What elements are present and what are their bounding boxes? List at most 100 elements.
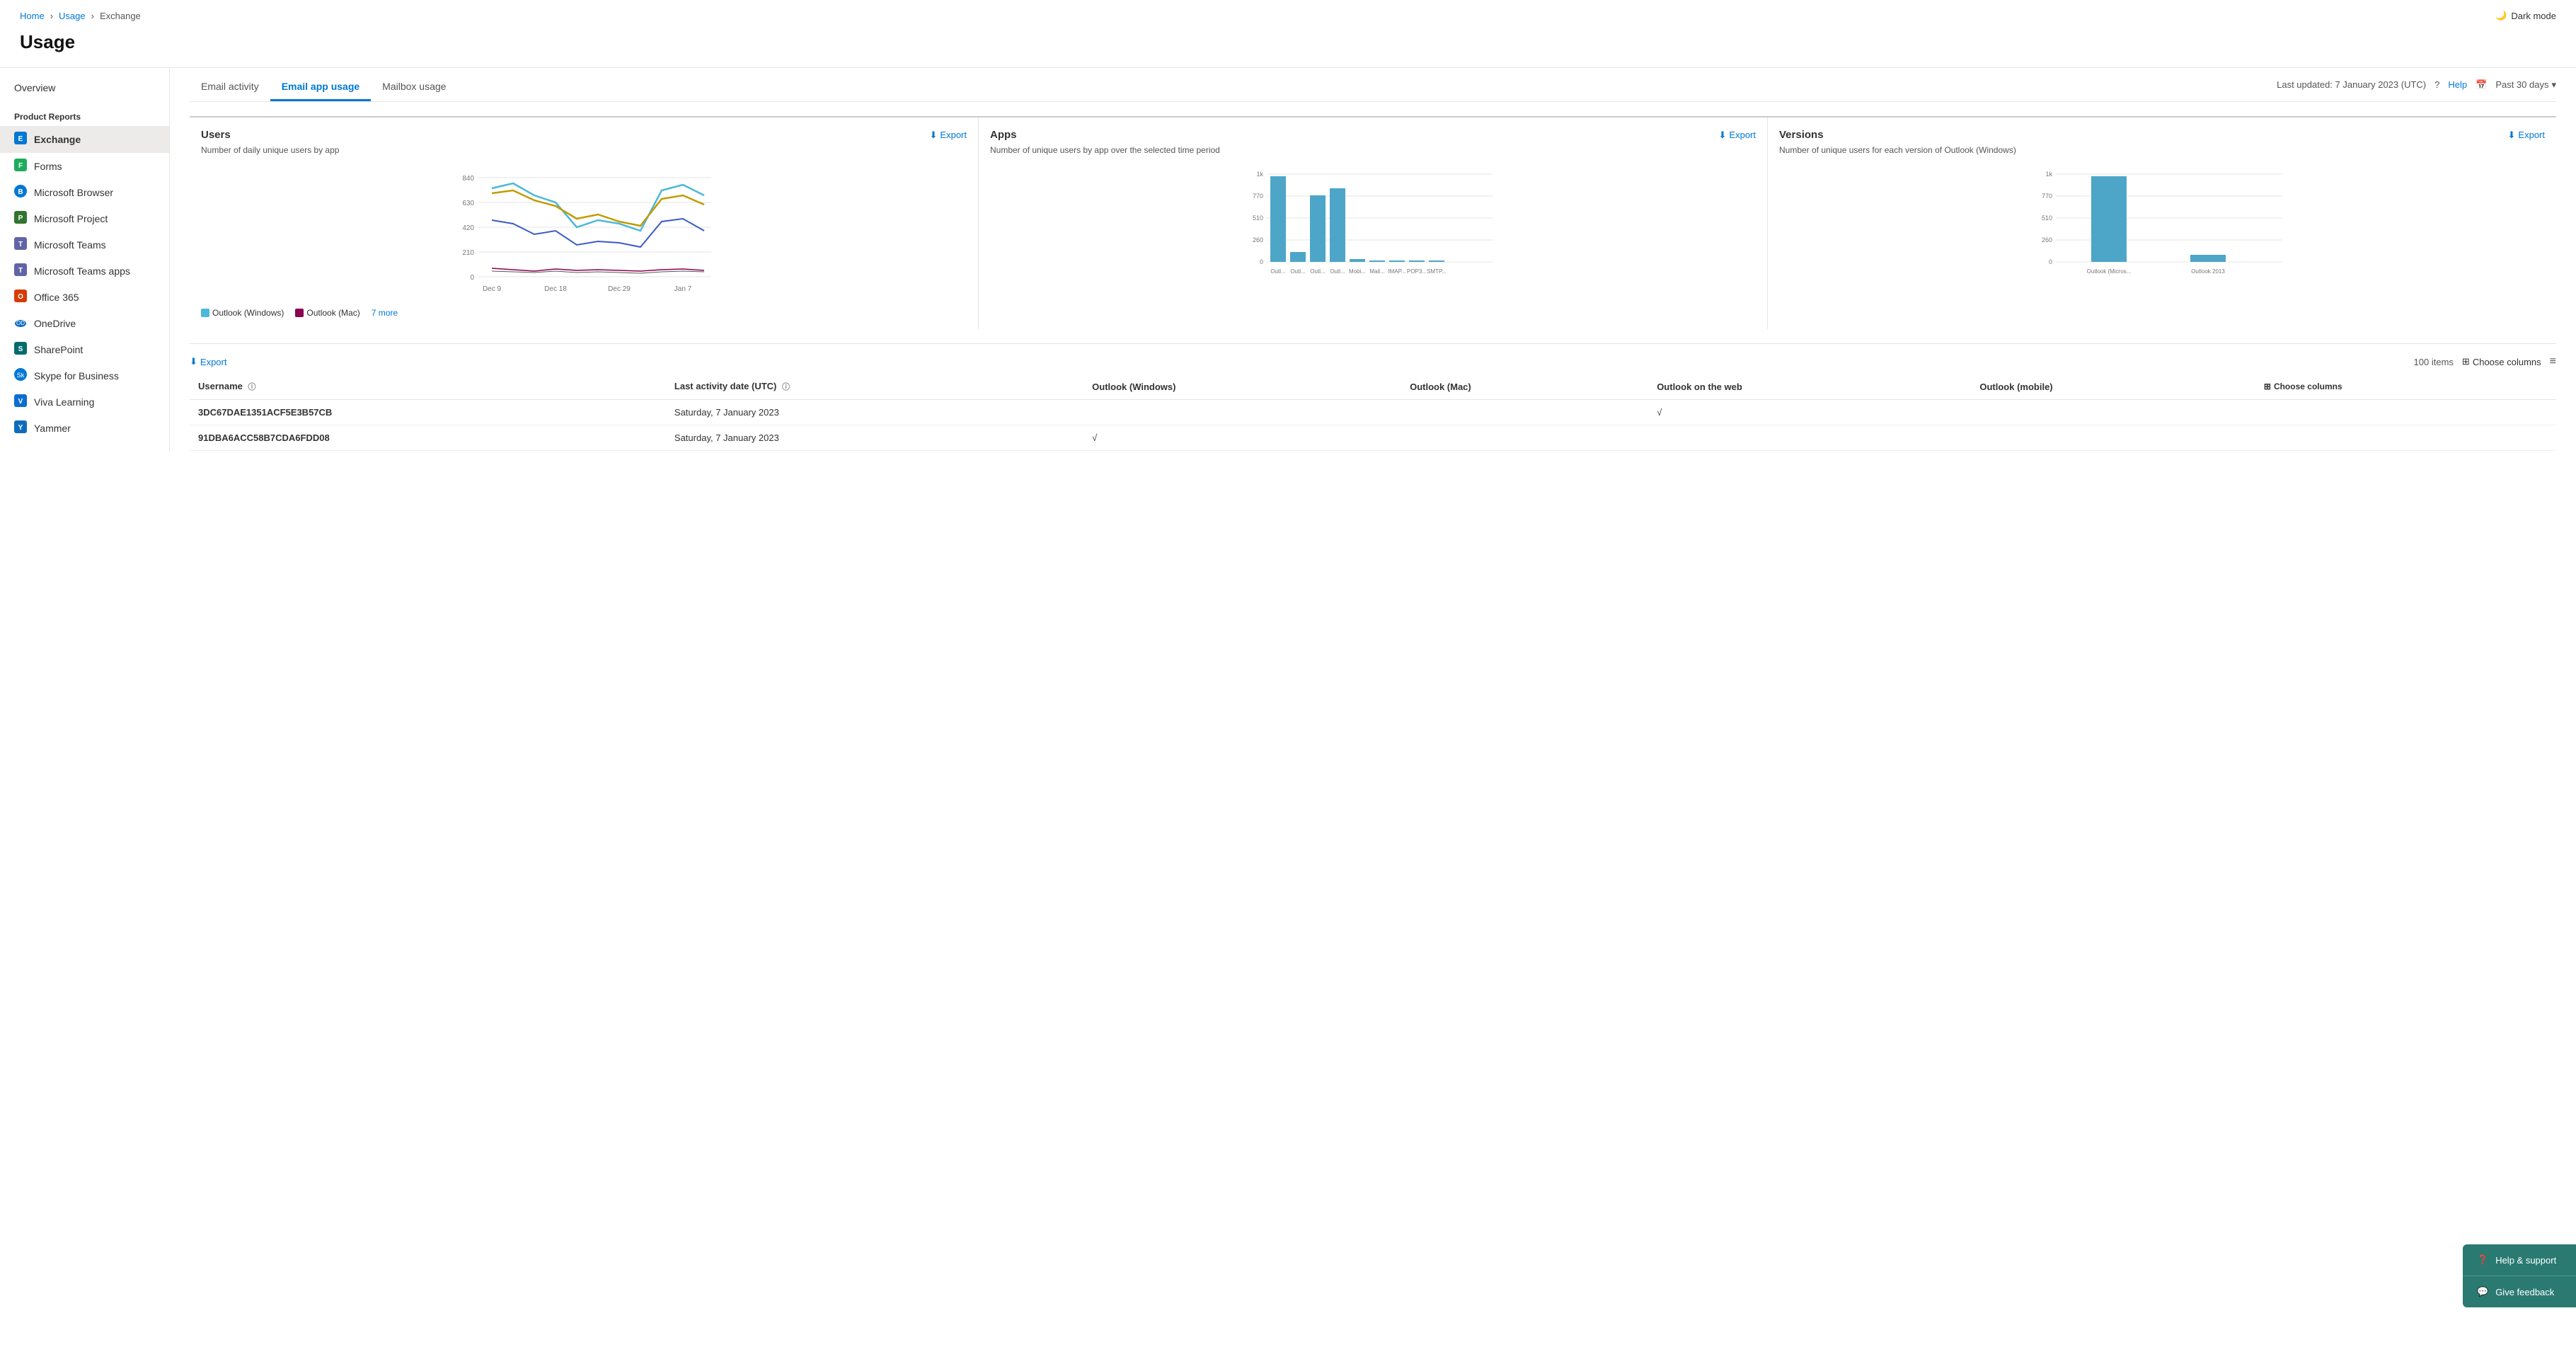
choose-columns-th[interactable]: ⊞ Choose columns	[2255, 374, 2556, 400]
table-row: 91DBA6ACC58B7CDA6FDD08 Saturday, 7 Janua…	[190, 425, 2556, 451]
apps-export-button[interactable]: ⬇ Export	[1719, 130, 1756, 141]
tab-email-activity[interactable]: Email activity	[190, 74, 270, 101]
svg-text:770: 770	[1253, 193, 1263, 200]
sidebar-item-onedrive[interactable]: OD OneDrive	[0, 310, 169, 336]
skype-icon: Sk	[14, 368, 27, 383]
sidebar-item-viva-learning[interactable]: V Viva Learning	[0, 389, 169, 415]
sidebar-item-microsoft-project[interactable]: P Microsoft Project	[0, 205, 169, 231]
versions-bar-chart: 1k 770 510 260 0 Outlook (Micros... Outl…	[1779, 164, 2545, 305]
legend-more[interactable]: 7 more	[372, 308, 398, 318]
svg-text:Sk: Sk	[17, 372, 25, 379]
choose-columns-button[interactable]: ⊞ Choose columns	[2462, 356, 2541, 367]
sidebar-item-exchange[interactable]: E Exchange	[0, 126, 169, 153]
yammer-icon: Y	[14, 420, 27, 435]
legend-outlook-mac: Outlook (Mac)	[306, 308, 360, 318]
versions-export-button[interactable]: ⬇ Export	[2508, 130, 2545, 141]
col-header-outlook-mobile: Outlook (mobile)	[1971, 374, 2255, 400]
item-count: 100 items	[2414, 357, 2454, 367]
sidebar-item-microsoft-teams[interactable]: T Microsoft Teams	[0, 231, 169, 258]
sidebar-item-forms[interactable]: F Forms	[0, 153, 169, 179]
moon-icon: 🌙	[2495, 10, 2507, 21]
col-header-username: Username ⓘ	[190, 374, 666, 400]
tab-email-app-usage[interactable]: Email app usage	[270, 74, 371, 101]
cell-last-activity: Saturday, 7 January 2023	[666, 400, 1083, 425]
table-download-icon: ⬇	[190, 356, 197, 367]
sidebar-item-label-skype: Skype for Business	[34, 370, 119, 382]
svg-text:Outlook (Micros...: Outlook (Micros...	[2087, 268, 2132, 275]
svg-text:Outl...: Outl...	[1310, 268, 1325, 275]
versions-download-icon: ⬇	[2508, 130, 2516, 141]
svg-text:F: F	[18, 162, 23, 170]
cell-outlook-windows: √	[1083, 425, 1401, 451]
svg-text:0: 0	[1260, 258, 1263, 265]
svg-text:T: T	[18, 241, 23, 248]
svg-text:SMTP...: SMTP...	[1427, 268, 1447, 275]
sidebar-item-office-365[interactable]: O Office 365	[0, 284, 169, 310]
users-chart-legend: Outlook (Windows) Outlook (Mac) 7 more	[201, 308, 967, 318]
svg-text:210: 210	[462, 249, 474, 257]
users-export-button[interactable]: ⬇ Export	[930, 130, 967, 141]
project-icon: P	[14, 211, 27, 226]
table-meta: 100 items ⊞ Choose columns ≡	[2414, 355, 2556, 368]
sidebar-item-label-viva: Viva Learning	[34, 396, 94, 408]
svg-text:Y: Y	[18, 424, 23, 432]
svg-text:0: 0	[470, 274, 474, 282]
svg-text:T: T	[18, 267, 23, 275]
office-365-icon: O	[14, 290, 27, 304]
svg-text:Jan 7: Jan 7	[674, 285, 692, 293]
main-content: Email activity Email app usage Mailbox u…	[170, 68, 2576, 451]
svg-text:420: 420	[462, 224, 474, 232]
feedback-icon: 💬	[2477, 1286, 2488, 1297]
sidebar-item-label-yammer: Yammer	[34, 423, 71, 434]
svg-text:1k: 1k	[2045, 171, 2052, 178]
svg-text:0: 0	[2049, 258, 2052, 265]
cell-outlook-windows	[1083, 400, 1401, 425]
table-filter-button[interactable]: ≡	[2550, 355, 2556, 368]
tabs-bar: Email activity Email app usage Mailbox u…	[190, 68, 2556, 102]
sidebar-item-microsoft-teams-apps[interactable]: T Microsoft Teams apps	[0, 258, 169, 284]
sidebar-item-skype-for-business[interactable]: Sk Skype for Business	[0, 362, 169, 389]
sidebar-item-yammer[interactable]: Y Yammer	[0, 415, 169, 441]
download-icon: ⬇	[930, 130, 938, 141]
onedrive-icon: OD	[14, 316, 27, 331]
breadcrumb-usage[interactable]: Usage	[59, 11, 86, 21]
charts-row: Users ⬇ Export Number of daily unique us…	[190, 116, 2556, 329]
info-icon-username: ⓘ	[248, 383, 256, 391]
cell-outlook-mobile	[1971, 400, 2255, 425]
page-title: Usage	[0, 31, 2576, 67]
give-feedback-item[interactable]: 💬 Give feedback	[2463, 1276, 2576, 1307]
svg-text:Mail...: Mail...	[1369, 268, 1384, 275]
date-range-selector[interactable]: Past 30 days ▾	[2495, 79, 2556, 91]
sidebar-item-label-browser: Microsoft Browser	[34, 187, 113, 198]
exchange-icon: E	[14, 132, 27, 147]
sidebar-overview[interactable]: Overview	[0, 76, 169, 99]
apps-chart-panel: Apps ⬇ Export Number of unique users by …	[979, 118, 1768, 329]
help-support-item[interactable]: ❓ Help & support	[2463, 1244, 2576, 1276]
help-support-icon: ❓	[2477, 1254, 2488, 1266]
breadcrumb-home[interactable]: Home	[20, 11, 45, 21]
sidebar-item-microsoft-browser[interactable]: B Microsoft Browser	[0, 179, 169, 205]
cell-username: 91DBA6ACC58B7CDA6FDD08	[190, 425, 666, 451]
users-chart-subtitle: Number of daily unique users by app	[201, 145, 967, 155]
apps-chart-title: Apps	[990, 129, 1017, 141]
svg-text:E: E	[18, 135, 23, 143]
table-wrap: Username ⓘ Last activity date (UTC) ⓘ Ou…	[190, 374, 2556, 451]
table-export-button[interactable]: ⬇ Export	[190, 356, 226, 367]
svg-text:Mobi...: Mobi...	[1349, 268, 1366, 275]
sharepoint-icon: S	[14, 342, 27, 357]
cell-outlook-mobile	[1971, 425, 2255, 451]
tab-mailbox-usage[interactable]: Mailbox usage	[371, 74, 457, 101]
sidebar-item-label-sharepoint: SharePoint	[34, 344, 83, 355]
svg-text:O: O	[18, 293, 23, 301]
col-choose-icon: ⊞	[2264, 382, 2271, 391]
breadcrumb-current: Exchange	[100, 11, 141, 21]
dark-mode-button[interactable]: 🌙 Dark mode	[2495, 10, 2556, 21]
sidebar: Overview Product Reports E Exchange F Fo…	[0, 68, 170, 451]
svg-text:Outl...: Outl...	[1290, 268, 1305, 275]
sidebar-item-sharepoint[interactable]: S SharePoint	[0, 336, 169, 362]
svg-text:Dec 9: Dec 9	[483, 285, 502, 293]
help-link[interactable]: Help	[2448, 79, 2467, 90]
apps-chart-subtitle: Number of unique users by app over the s…	[990, 145, 1756, 155]
svg-text:770: 770	[2042, 193, 2052, 200]
teams-apps-icon: T	[14, 263, 27, 278]
